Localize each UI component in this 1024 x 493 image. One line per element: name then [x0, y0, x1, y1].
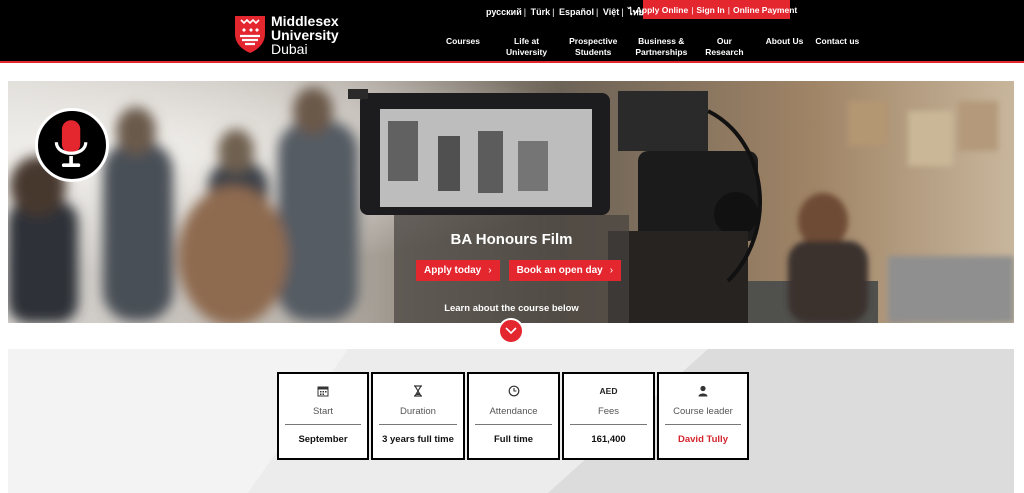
top-links-bar: Apply Online | Sign In | Online Payment: [636, 0, 797, 19]
nav-business-partnerships[interactable]: Business & Partnerships: [629, 36, 693, 58]
nav-life-at-university[interactable]: Life at University: [500, 36, 553, 58]
fact-fees-label: Fees: [597, 406, 620, 417]
fact-leader-label: Course leader: [673, 406, 733, 417]
course-title: BA Honours Film: [450, 231, 573, 248]
person-icon: [698, 385, 708, 397]
fact-course-leader: Course leader David Tully: [657, 372, 749, 460]
nav-about-label: About Us: [765, 36, 804, 46]
calendar-icon: [317, 386, 329, 397]
lang-turkish[interactable]: Türk: [531, 7, 551, 17]
nav-prospective-students[interactable]: Prospective Students: [563, 36, 623, 58]
fact-start-value: September: [298, 434, 348, 445]
book-open-day-button[interactable]: Book an open day ›: [508, 260, 622, 281]
lang-russian[interactable]: русский: [486, 7, 522, 17]
nav-research-label-2: Research: [705, 47, 744, 57]
shield-logo-icon: [235, 16, 265, 53]
chevron-right-icon: ›: [609, 265, 614, 276]
apply-today-label: Apply today: [424, 265, 482, 276]
nav-courses[interactable]: Courses: [440, 36, 486, 58]
fact-duration-label: Duration: [400, 406, 436, 417]
logo-line-3: Dubai: [271, 41, 308, 57]
nav-courses-label: Courses: [446, 36, 481, 46]
chevron-right-icon: ›: [488, 265, 492, 276]
fact-attendance-value: Full time: [493, 434, 534, 445]
logo-line-1: Middlesex: [271, 13, 339, 29]
course-overlay: BA Honours Film Apply today › Book an op…: [394, 215, 629, 323]
nav-prospective-label-2: Students: [575, 47, 612, 57]
book-open-day-label: Book an open day: [516, 265, 603, 276]
lang-spanish[interactable]: Español: [559, 7, 594, 17]
hero-banner: BA Honours Film Apply today › Book an op…: [8, 81, 1014, 323]
nav-prospective-label-1: Prospective: [569, 36, 618, 46]
podcast-badge[interactable]: [35, 108, 109, 182]
apply-today-button[interactable]: Apply today ›: [416, 260, 500, 281]
fact-attendance-label: Attendance: [489, 406, 538, 417]
microphone-icon: [54, 120, 88, 168]
nav-contact-us[interactable]: Contact us: [809, 36, 865, 58]
course-facts: Start September Duration 3 years full ti…: [277, 372, 749, 460]
fact-fees-value: 161,400: [591, 434, 626, 445]
site-header: Middlesex University Dubai русский | Türk…: [0, 0, 1024, 63]
nav-life-label-1: Life at: [514, 36, 540, 46]
nav-about-us[interactable]: About Us: [760, 36, 810, 58]
nav-business-label-2: Partnerships: [635, 47, 688, 57]
currency-aed-label: AED: [599, 386, 618, 396]
nav-business-label-1: Business &: [638, 36, 685, 46]
hourglass-icon: [414, 385, 422, 397]
fact-duration: Duration 3 years full time: [371, 372, 465, 460]
nav-research-label-1: Our: [716, 36, 732, 46]
fact-start-label: Start: [312, 406, 334, 417]
learn-more-text: Learn about the course below: [444, 303, 579, 314]
main-nav: Courses Life at University Prospective S…: [440, 36, 865, 58]
university-logo[interactable]: Middlesex University Dubai: [233, 14, 339, 56]
fact-fees: AED Fees 161,400: [562, 372, 655, 460]
nav-contact-label: Contact us: [815, 36, 860, 46]
scroll-down-button[interactable]: [498, 318, 524, 344]
course-leader-link[interactable]: David Tully: [659, 434, 747, 445]
online-payment-link[interactable]: Online Payment: [733, 5, 797, 15]
clock-icon: [508, 385, 519, 397]
sign-in-link[interactable]: Sign In: [696, 5, 724, 15]
nav-our-research[interactable]: Our Research: [699, 36, 749, 58]
logo-line-2: University: [271, 27, 339, 43]
chevron-down-icon: [505, 327, 517, 335]
fact-duration-value: 3 years full time: [382, 434, 454, 445]
fact-attendance: Attendance Full time: [467, 372, 560, 460]
nav-life-label-2: University: [506, 47, 548, 57]
fact-start: Start September: [277, 372, 369, 460]
lang-vietnamese[interactable]: Việt: [603, 7, 619, 17]
apply-online-link[interactable]: Apply Online: [636, 5, 688, 15]
